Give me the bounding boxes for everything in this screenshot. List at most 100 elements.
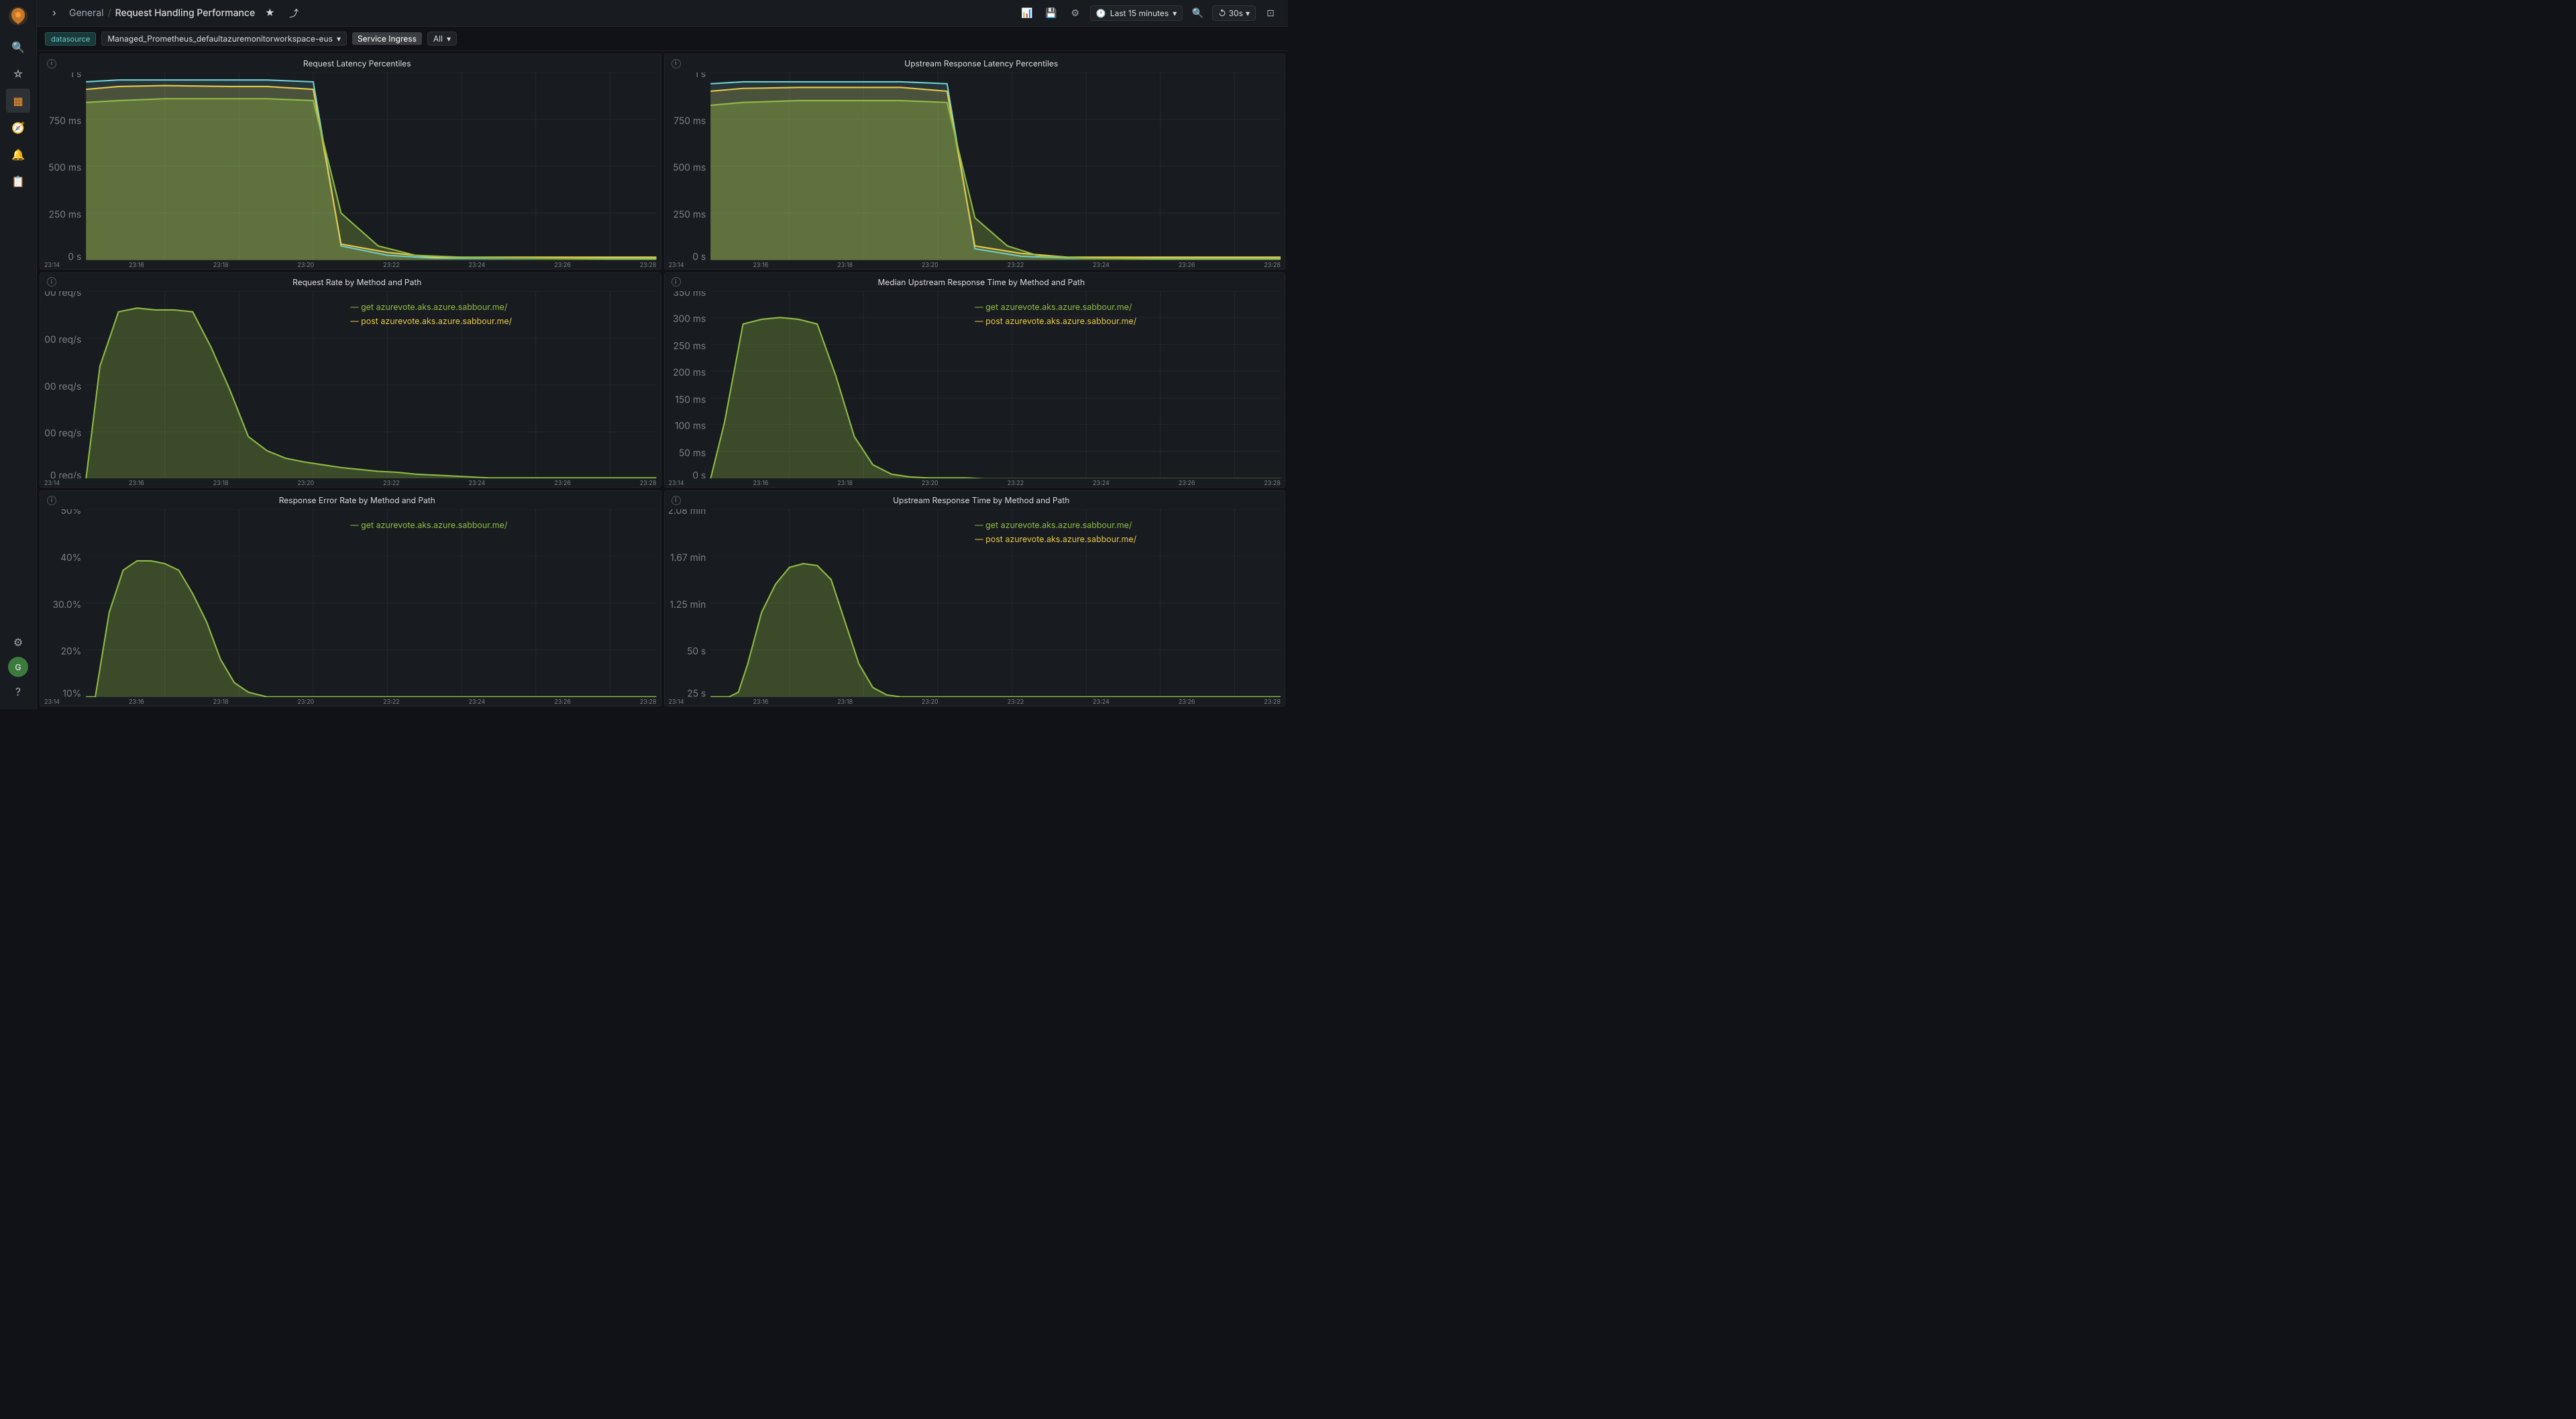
- panel-header: i Request Latency Percentiles: [40, 54, 661, 70]
- svg-text:— post azurevote.aks.azure.sab: — post azurevote.aks.azure.sabbour.me/: [350, 317, 512, 327]
- panel-title: Median Upstream Response Time by Method …: [685, 277, 1279, 287]
- panel-header: i Upstream Response Time by Method and P…: [665, 491, 1285, 507]
- app-logo[interactable]: [7, 5, 29, 27]
- refresh-interval-label: 30s: [1229, 8, 1243, 18]
- breadcrumb-separator: /: [108, 7, 111, 19]
- x-axis: 23:14 23:16 23:18 23:20 23:22 23:24 23:2…: [665, 262, 1285, 269]
- sidebar: 🔍 ☆ ▦ 🧭 🔔 📋 ⚙ G ?: [0, 0, 37, 709]
- panel-info-btn[interactable]: i: [672, 496, 681, 505]
- panel-header: i Median Upstream Response Time by Metho…: [665, 273, 1285, 288]
- svg-text:250 ms: 250 ms: [673, 210, 706, 221]
- sidebar-item-help[interactable]: ?: [6, 680, 30, 704]
- clock-icon: 🕐: [1096, 8, 1106, 18]
- time-chevron-icon: ▾: [1173, 8, 1177, 18]
- sidebar-item-alerting[interactable]: 🔔: [6, 142, 30, 166]
- svg-text:— get azurevote.aks.azure.sabb: — get azurevote.aks.azure.sabbour.me/: [975, 521, 1132, 531]
- topbar: › General / Request Handling Performance…: [37, 0, 1288, 27]
- breadcrumb-general[interactable]: General: [69, 7, 104, 19]
- svg-text:— get azurevote.aks.azure.sabb: — get azurevote.aks.azure.sabbour.me/: [350, 303, 508, 313]
- panel-error-rate: i Response Error Rate by Method and Path: [40, 490, 661, 706]
- svg-text:1.25 min: 1.25 min: [669, 600, 706, 611]
- svg-text:350 ms: 350 ms: [673, 291, 706, 299]
- svg-text:1 s: 1 s: [694, 72, 706, 80]
- svg-text:— get azurevote.aks.azure.sabb: — get azurevote.aks.azure.sabbour.me/: [350, 521, 508, 531]
- svg-text:40%: 40%: [60, 553, 81, 564]
- panel-legend: .5 .95 .99: [40, 269, 661, 270]
- svg-text:100 ms: 100 ms: [674, 421, 705, 431]
- svg-text:200 ms: 200 ms: [673, 367, 706, 378]
- x-label-1: 23:16: [753, 262, 768, 269]
- sidebar-item-explore[interactable]: 🧭: [6, 115, 30, 140]
- panel-title: Request Latency Percentiles: [60, 58, 654, 68]
- zoom-out-btn[interactable]: 🔍: [1188, 4, 1207, 23]
- share-btn[interactable]: ⤴: [284, 4, 303, 23]
- svg-text:300 req/s: 300 req/s: [44, 334, 81, 345]
- datasource-chevron: ▾: [337, 34, 341, 44]
- panel-header: i Response Error Rate by Method and Path: [40, 491, 661, 507]
- filterbar: datasource Managed_Prometheus_defaultazu…: [37, 27, 1288, 51]
- service-ingress-label[interactable]: Service Ingress: [352, 32, 422, 45]
- datasource-selector[interactable]: Managed_Prometheus_defaultazuremonitorwo…: [101, 32, 347, 46]
- panel-info-btn[interactable]: i: [47, 277, 56, 286]
- panel-upstream-response-time: i Upstream Response Time by Method and P…: [664, 490, 1286, 706]
- svg-text:50 s: 50 s: [687, 647, 706, 658]
- user-avatar[interactable]: G: [8, 657, 28, 677]
- panel-info-btn[interactable]: i: [672, 59, 681, 68]
- sidebar-item-dashboards[interactable]: ▦: [6, 89, 30, 113]
- chart-svg: 400 req/s 300 req/s 200 req/s 100 req/s …: [44, 291, 657, 479]
- refresh-btn[interactable]: ↺ 30s ▾: [1212, 5, 1256, 21]
- sidebar-item-starred[interactable]: ☆: [6, 62, 30, 86]
- x-label-5: 23:24: [1093, 262, 1110, 269]
- add-panel-btn[interactable]: 📊: [1018, 4, 1036, 23]
- svg-text:500 ms: 500 ms: [48, 163, 81, 174]
- panel-info-btn[interactable]: i: [47, 496, 56, 505]
- all-selector[interactable]: All ▾: [427, 32, 457, 46]
- all-chevron: ▾: [447, 34, 451, 44]
- sidebar-collapse-btn[interactable]: ›: [45, 4, 64, 23]
- x-axis: 23:14 23:16 23:18 23:20 23:22 23:24 23:2…: [665, 480, 1285, 487]
- panel-body: 50% 40% 30.0% 20% 10% — get azurevote.ak…: [40, 507, 661, 698]
- x-label-7: 23:28: [1264, 262, 1281, 269]
- x-label-2: 23:18: [213, 262, 229, 269]
- svg-text:500 ms: 500 ms: [673, 163, 706, 174]
- panel-title: Response Error Rate by Method and Path: [60, 495, 654, 505]
- svg-text:10%: 10%: [62, 689, 81, 697]
- x-label-1: 23:16: [129, 262, 144, 269]
- sidebar-item-search[interactable]: 🔍: [6, 35, 30, 59]
- chart-svg: 1 s 750 ms 500 ms 250 ms 0 s: [44, 72, 657, 260]
- datasource-tag[interactable]: datasource: [45, 32, 96, 46]
- x-axis: 23:14 23:16 23:18 23:20 23:22 23:24 23:2…: [665, 698, 1285, 706]
- dashboard-settings-btn[interactable]: ⚙: [1066, 4, 1085, 23]
- panel-title: Request Rate by Method and Path: [60, 277, 654, 287]
- breadcrumb: General / Request Handling Performance: [69, 7, 255, 19]
- svg-text:0 s: 0 s: [68, 252, 81, 260]
- panel-legend: .5 .95 .99: [665, 269, 1285, 270]
- panel-header: i Request Rate by Method and Path: [40, 273, 661, 288]
- panel-body: 1 s 750 ms 500 ms 250 ms 0 s: [40, 70, 661, 262]
- star-dashboard-btn[interactable]: ★: [260, 4, 279, 23]
- svg-text:— post azurevote.aks.azure.sab: — post azurevote.aks.azure.sabbour.me/: [975, 535, 1136, 545]
- svg-text:300 ms: 300 ms: [673, 314, 706, 325]
- panel-info-btn[interactable]: i: [672, 277, 681, 286]
- svg-text:0 s: 0 s: [692, 252, 706, 260]
- x-label-3: 23:20: [922, 262, 938, 269]
- panel-upstream-latency: i Upstream Response Latency Percentiles: [664, 54, 1286, 270]
- dashboard-grid: i Request Latency Percentiles: [37, 51, 1288, 709]
- svg-text:— post azurevote.aks.azure.sab: — post azurevote.aks.azure.sabbour.me/: [975, 317, 1136, 327]
- panel-title: Upstream Response Latency Percentiles: [685, 58, 1279, 68]
- sidebar-item-reports[interactable]: 📋: [6, 169, 30, 193]
- kiosk-btn[interactable]: ⊡: [1261, 4, 1280, 23]
- svg-text:250 ms: 250 ms: [48, 210, 81, 221]
- topbar-actions: 📊 💾 ⚙ 🕐 Last 15 minutes ▾ 🔍 ↺ 30s ▾ ⊡: [1018, 4, 1280, 23]
- svg-text:50 ms: 50 ms: [678, 448, 705, 459]
- page-title: Request Handling Performance: [115, 7, 256, 19]
- x-label-2: 23:18: [837, 262, 853, 269]
- sidebar-item-settings[interactable]: ⚙: [6, 630, 30, 654]
- x-axis: 23:14 23:16 23:18 23:20 23:22 23:24 23:2…: [40, 480, 661, 487]
- svg-text:50%: 50%: [61, 509, 82, 517]
- panel-info-btn[interactable]: i: [47, 59, 56, 68]
- x-label-0: 23:14: [669, 262, 684, 269]
- time-range-picker[interactable]: 🕐 Last 15 minutes ▾: [1090, 5, 1183, 21]
- svg-text:25 s: 25 s: [687, 689, 706, 697]
- save-btn[interactable]: 💾: [1042, 4, 1061, 23]
